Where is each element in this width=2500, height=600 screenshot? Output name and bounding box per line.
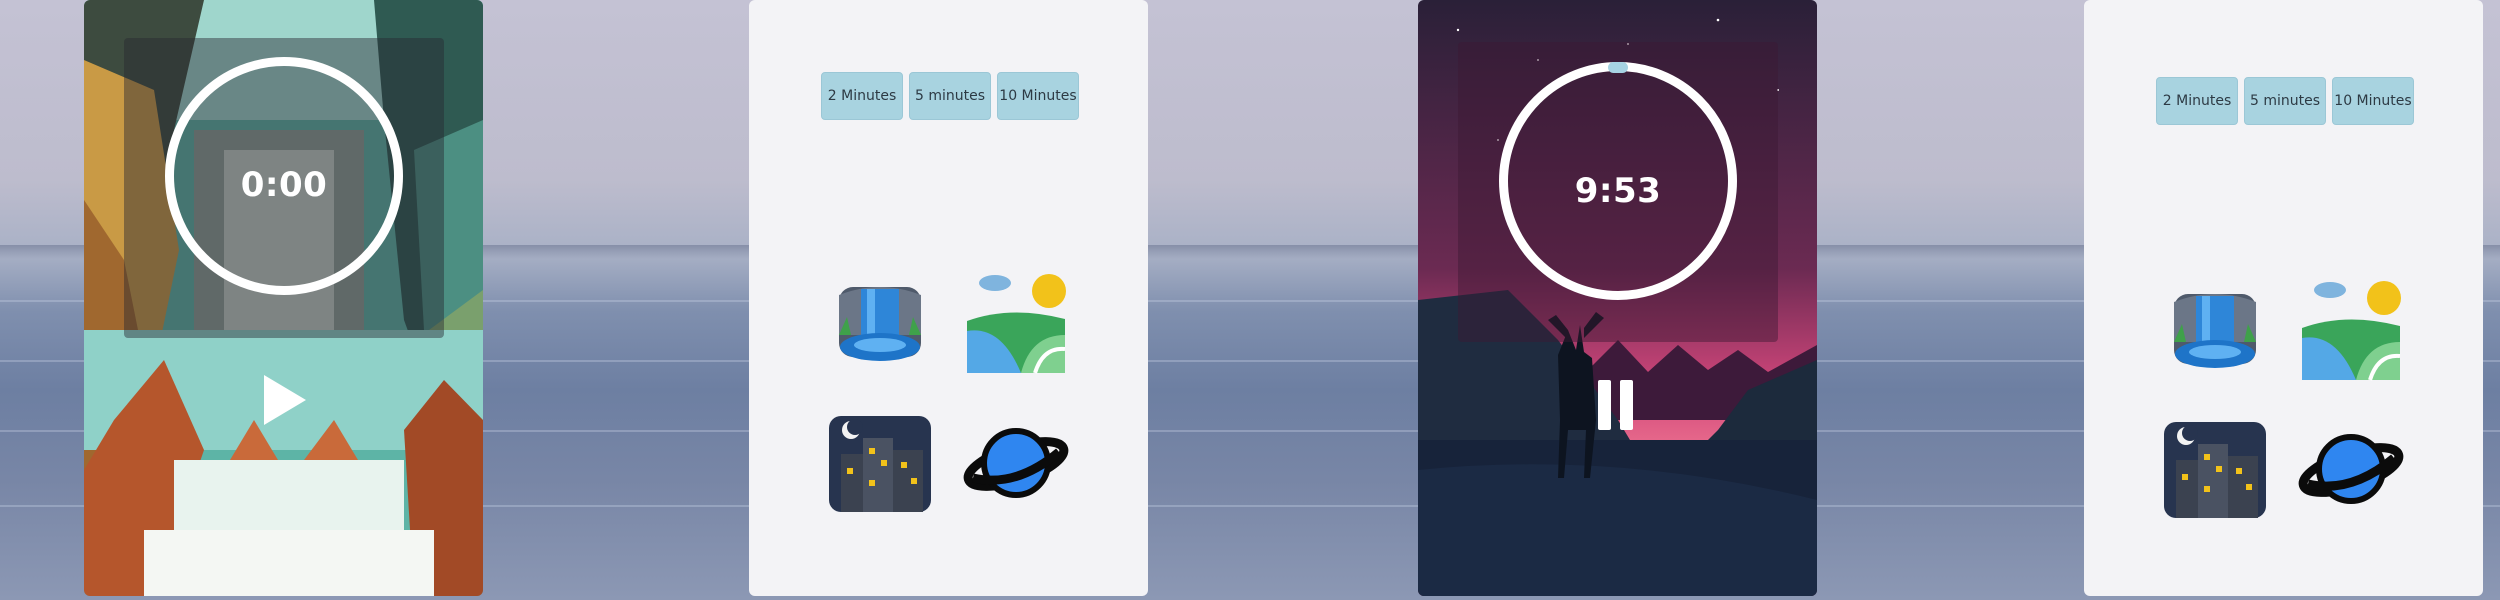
waterfall-scene-panel: 0:00 [84, 0, 483, 596]
timer-display: 9:53 [1574, 171, 1662, 211]
controls-panel: 2 Minutes 5 minutes 10 Minutes [2084, 0, 2483, 596]
timer-display: 0:00 [240, 165, 328, 205]
waterfall-icon[interactable] [2160, 272, 2270, 382]
duration-2-min-button[interactable]: 2 Minutes [821, 72, 903, 120]
pause-bar [1620, 380, 1633, 430]
play-button[interactable] [264, 375, 306, 425]
duration-10-min-button[interactable]: 10 Minutes [2332, 77, 2414, 125]
waterfall-icon[interactable] [825, 265, 935, 375]
planet-icon[interactable] [961, 408, 1071, 518]
duration-5-min-button[interactable]: 5 minutes [909, 72, 991, 120]
landscape-icon[interactable] [2296, 272, 2406, 382]
duration-5-min-button[interactable]: 5 minutes [2244, 77, 2326, 125]
night-city-icon[interactable] [2160, 414, 2270, 524]
planet-icon[interactable] [2296, 414, 2406, 524]
progress-knob[interactable] [1608, 62, 1628, 73]
duration-10-min-button[interactable]: 10 Minutes [997, 72, 1079, 120]
forest-scene-panel: 9:53 [1418, 0, 1817, 596]
pause-bar [1598, 380, 1611, 430]
pause-button[interactable] [1598, 380, 1638, 430]
night-city-icon[interactable] [825, 408, 935, 518]
landscape-icon[interactable] [961, 265, 1071, 375]
duration-2-min-button[interactable]: 2 Minutes [2156, 77, 2238, 125]
controls-panel: 2 Minutes 5 minutes 10 Minutes [749, 0, 1148, 596]
